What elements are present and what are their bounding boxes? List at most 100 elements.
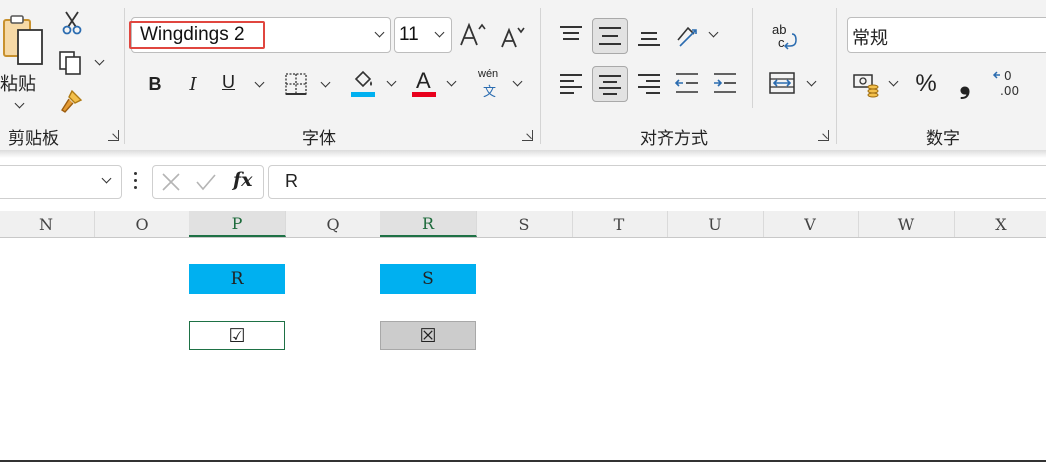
- cut-button[interactable]: [58, 8, 86, 38]
- paste-label: 粘贴: [0, 74, 36, 94]
- increase-indent-icon: [714, 73, 736, 93]
- clipboard-dialog-launcher-icon[interactable]: [108, 130, 119, 141]
- font-color-dropdown-icon: [446, 76, 457, 87]
- cell-p2[interactable]: R: [189, 264, 285, 294]
- decrease-font-size-button[interactable]: [498, 22, 528, 52]
- column-header-w[interactable]: W: [858, 211, 955, 237]
- currency-icon: [853, 74, 879, 98]
- top-align-button[interactable]: [556, 20, 586, 50]
- italic-label: I: [189, 73, 197, 95]
- cell-p3[interactable]: ☑: [189, 321, 285, 350]
- format-painter-button[interactable]: [56, 86, 86, 116]
- increase-font-size-button[interactable]: [458, 20, 488, 50]
- number-group-label: 数字: [926, 129, 960, 148]
- column-header-u[interactable]: U: [667, 211, 764, 237]
- middle-align-button[interactable]: [592, 18, 628, 54]
- bold-label: B: [148, 73, 162, 94]
- number-format-value: 常规: [852, 28, 888, 48]
- accounting-format-button[interactable]: [850, 68, 902, 100]
- align-center-button[interactable]: [592, 66, 628, 102]
- borders-icon: [285, 73, 307, 95]
- cancel-entry-icon[interactable]: [161, 172, 181, 192]
- underline-button[interactable]: U: [218, 70, 268, 98]
- cell-r3[interactable]: ☒: [380, 321, 476, 350]
- column-header-t[interactable]: T: [571, 211, 668, 237]
- ribbon-shadow: [0, 150, 1046, 158]
- confirm-entry-icon[interactable]: [195, 172, 217, 192]
- merge-center-dropdown-icon: [806, 76, 817, 87]
- orientation-icon: [677, 26, 697, 47]
- bottom-border-line: [0, 460, 1046, 462]
- fill-color-dropdown-icon: [386, 76, 397, 87]
- formula-input[interactable]: R: [268, 165, 1046, 199]
- column-header-row: NOPQRSTUVWX: [0, 211, 1046, 238]
- align-left-button[interactable]: [556, 68, 586, 98]
- font-name-highlight-box: [129, 21, 265, 49]
- font-name-dropdown-icon[interactable]: [374, 27, 385, 38]
- middle-align-icon: [599, 25, 621, 47]
- alignment-dialog-launcher-icon[interactable]: [818, 130, 829, 141]
- decrease-indent-icon: [674, 73, 698, 93]
- column-header-x[interactable]: X: [953, 211, 1046, 237]
- orientation-dropdown-icon: [708, 27, 719, 38]
- separator: [124, 8, 125, 144]
- decrease-font-size-icon: [501, 27, 525, 48]
- column-header-p[interactable]: P: [189, 211, 286, 237]
- formula-bar-more-icon[interactable]: [134, 172, 138, 190]
- font-color-glyph: A: [416, 68, 431, 93]
- column-header-q[interactable]: Q: [285, 211, 382, 237]
- bottom-align-button[interactable]: [634, 20, 664, 50]
- phonetic-guide-button[interactable]: wén 文: [474, 68, 526, 100]
- font-color-button[interactable]: A: [410, 68, 462, 100]
- increase-indent-button[interactable]: [710, 68, 740, 98]
- paste-button[interactable]: 粘贴: [0, 8, 46, 109]
- column-header-s[interactable]: S: [476, 211, 573, 237]
- svg-text:.00: .00: [1000, 84, 1019, 98]
- column-header-v[interactable]: V: [762, 211, 859, 237]
- font-size-dropdown-icon[interactable]: [434, 27, 445, 38]
- paste-icon: [3, 15, 43, 65]
- ribbon: 粘贴 剪贴板 Wingdings 2 11 B I U A wén 文 字体 a…: [0, 0, 1046, 152]
- increase-decimal-icon: 0 .00: [992, 69, 1019, 98]
- column-header-o[interactable]: O: [94, 211, 191, 237]
- wrap-text-button[interactable]: ab c: [766, 20, 800, 54]
- italic-button[interactable]: I: [180, 70, 206, 98]
- decrease-indent-button[interactable]: [672, 68, 702, 98]
- phonetic-bottom-label: 文: [483, 84, 497, 99]
- comma-style-button[interactable]: ❟: [950, 68, 980, 100]
- merge-center-button[interactable]: [766, 68, 820, 100]
- copy-button[interactable]: [56, 48, 108, 78]
- fill-color-button[interactable]: [348, 68, 400, 100]
- font-size-value: 11: [399, 24, 419, 45]
- name-box[interactable]: [0, 165, 122, 199]
- separator: [752, 8, 753, 108]
- font-size-combobox[interactable]: 11: [394, 17, 452, 53]
- align-right-icon: [638, 72, 660, 94]
- comma-label: ❟: [959, 67, 971, 99]
- crossed-box-symbol: ☒: [419, 324, 437, 347]
- format-painter-icon: [61, 89, 83, 113]
- fill-color-bar: [351, 92, 375, 97]
- top-align-icon: [560, 24, 582, 46]
- bold-button[interactable]: B: [142, 70, 168, 98]
- number-format-combobox[interactable]: 常规: [847, 17, 1046, 53]
- font-color-bar: [412, 92, 436, 97]
- phonetic-dropdown-icon: [512, 76, 523, 87]
- cell-r2[interactable]: S: [380, 264, 476, 294]
- phonetic-top-label: wén: [478, 68, 499, 80]
- orientation-button[interactable]: [672, 20, 724, 50]
- checked-box-symbol: ☑: [228, 324, 246, 347]
- name-box-dropdown-icon[interactable]: [101, 173, 112, 184]
- insert-function-icon[interactable]: fx: [233, 169, 253, 191]
- bottom-align-icon: [638, 24, 660, 46]
- underline-label: U: [222, 72, 235, 92]
- column-header-n[interactable]: N: [0, 211, 95, 237]
- font-dialog-launcher-icon[interactable]: [522, 130, 533, 141]
- increase-decimal-button[interactable]: 0 .00: [990, 66, 1030, 102]
- column-header-r[interactable]: R: [380, 211, 477, 237]
- accounting-dropdown-icon: [888, 76, 899, 87]
- percent-style-button[interactable]: %: [910, 68, 942, 100]
- borders-button[interactable]: [284, 70, 334, 98]
- borders-dropdown-icon: [320, 77, 331, 88]
- align-right-button[interactable]: [634, 68, 664, 98]
